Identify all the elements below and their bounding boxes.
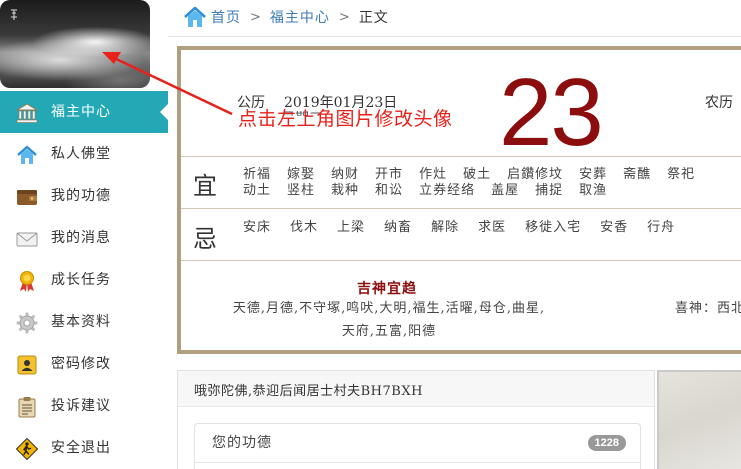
envelope-icon [16, 228, 38, 250]
yi-item: 启鑽修坟 [507, 167, 564, 182]
almanac-divider [181, 260, 741, 261]
day-number: 23 [499, 59, 604, 166]
home-icon [16, 144, 38, 166]
sidebar-item-my-messages[interactable]: 我的消息 [0, 217, 168, 259]
gods-title: 吉神宜趋 [357, 281, 417, 297]
yi-item: 栽种 [331, 183, 360, 198]
xi-shen-text: 喜神：西北 [675, 301, 741, 316]
yi-item: 立券经络 [419, 183, 476, 198]
yi-item: 盖屋 [491, 183, 520, 198]
ji-item: 纳畜 [384, 220, 413, 235]
yi-item: 开市 [375, 167, 404, 182]
sidebar-item-my-merit[interactable]: 我的功德 [0, 175, 168, 217]
exit-sign-icon [15, 437, 39, 461]
clipboard-icon [16, 396, 38, 418]
sidebar-item-label: 私人佛堂 [51, 146, 111, 162]
sidebar-item-label: 密码修改 [51, 356, 111, 372]
gods-line: 天德,月德,不守塚,鸣吠,大明,福生,活曜,母仓,曲星, [232, 301, 546, 316]
sidebar-item-label: 成长任务 [51, 272, 111, 288]
welcome-header: 哦弥陀佛,恭迎后闻居士村夫BH7BXH [178, 371, 654, 407]
sidebar-item-basic-info[interactable]: 基本资料 [0, 301, 168, 343]
sidebar-item-label: 投诉建议 [51, 398, 111, 414]
sidebar-item-label: 安全退出 [51, 440, 111, 456]
yi-item: 嫁娶 [287, 167, 316, 182]
ji-item: 伐木 [290, 220, 319, 235]
merit-card[interactable]: 您的功德 1228 [194, 423, 641, 469]
home-icon[interactable] [183, 6, 207, 28]
yi-item: 纳财 [331, 167, 360, 182]
breadcrumb-separator: > [338, 9, 350, 25]
wallet-icon [16, 186, 38, 208]
sidebar-item-fuzhu-center[interactable]: 福主中心 [0, 91, 168, 133]
sidebar-item-label: 我的消息 [51, 230, 111, 246]
seal-mark [10, 8, 17, 20]
sidebar-item-label: 福主中心 [51, 104, 111, 120]
yi-item: 捕捉 [535, 183, 564, 198]
yi-item: 安葬 [579, 167, 608, 182]
yi-item: 和讼 [375, 183, 404, 198]
sidebar-item-private-hall[interactable]: 私人佛堂 [0, 133, 168, 175]
almanac-divider [181, 156, 741, 157]
breadcrumb-separator: > [250, 9, 261, 25]
side-photo [657, 370, 741, 469]
merit-divider [195, 462, 640, 463]
medal-icon [16, 270, 38, 292]
yi-item: 斋醮 [623, 167, 652, 182]
sidebar-item-complaints[interactable]: 投诉建议 [0, 385, 168, 427]
merit-count-badge: 1228 [587, 435, 626, 451]
merit-label: 您的功德 [212, 435, 272, 451]
annotation-text: 点击左上角图片修改头像 [238, 108, 453, 130]
ji-item: 解除 [431, 220, 460, 235]
header-divider [168, 36, 741, 37]
gods-line: 天府,五富,阳德 [341, 324, 437, 339]
temple-icon [15, 102, 39, 124]
breadcrumb-section-link[interactable]: 福主中心 [270, 7, 330, 27]
breadcrumb-current: 正文 [358, 10, 389, 26]
sidebar-item-growth-tasks[interactable]: 成长任务 [0, 259, 168, 301]
ji-list: 安床 伐木 上梁 纳畜 解除 求医 移徙入宅 安香 行舟 [243, 220, 694, 236]
ji-item: 行舟 [647, 220, 676, 235]
ji-item: 移徙入宅 [525, 220, 582, 235]
yi-label: 宜 [193, 172, 217, 200]
ji-label: 忌 [193, 225, 217, 253]
avatar-image[interactable] [0, 0, 150, 88]
yi-item: 取渔 [579, 183, 608, 198]
ji-item: 安床 [243, 220, 272, 235]
welcome-panel: 哦弥陀佛,恭迎后闻居士村夫BH7BXH 您的功德 1228 [177, 370, 655, 469]
yi-list: 祈福 嫁娶 纳财 开市 作灶 破土 启鑽修坟 安葬 斋醮 祭祀 动土 竖柱 栽种 和讼 立券经络 盖屋 捕捉取… [243, 167, 711, 199]
ji-item: 上梁 [337, 220, 366, 235]
almanac-panel: 公历 2019年01月23日 星期三 23 农历 宜 祈福 嫁娶 纳财 开市 作灶 破土启… [177, 46, 741, 354]
almanac-divider [181, 208, 741, 209]
breadcrumb-home-link[interactable]: 首页 [211, 7, 241, 27]
gods-list: 天德,月德,不守塚,鸣吠,大明,福生,活曜,母仓,曲星, 天府,五富,阳德 [199, 297, 579, 343]
sidebar-item-label: 基本资料 [51, 314, 111, 330]
sidebar-item-logout[interactable]: 安全退出 [0, 427, 168, 469]
yi-item: 破土 [463, 167, 492, 182]
ji-item: 安香 [600, 220, 629, 235]
welcome-text: 哦弥陀佛,恭迎后闻居士村夫BH7BXH [194, 384, 423, 399]
sidebar: 福主中心 私人佛堂 我的功德 我的消息 成长任务 基本资料 密码修改 投诉建议 … [0, 0, 168, 469]
breadcrumb: 首页 > 福主中心 > 正文 [183, 4, 389, 30]
gear-icon [16, 312, 38, 334]
yi-item: 动土 [243, 183, 272, 198]
id-card-icon [16, 354, 38, 376]
yi-item: 作灶 [419, 167, 448, 182]
yi-item: 竖柱 [287, 183, 316, 198]
ji-item: 求医 [478, 220, 507, 235]
sidebar-item-label: 我的功德 [51, 188, 111, 204]
yi-item: 祭祀 [667, 167, 696, 182]
sidebar-item-change-password[interactable]: 密码修改 [0, 343, 168, 385]
lunar-label: 农历 [705, 95, 733, 111]
yi-item: 祈福 [243, 167, 272, 182]
